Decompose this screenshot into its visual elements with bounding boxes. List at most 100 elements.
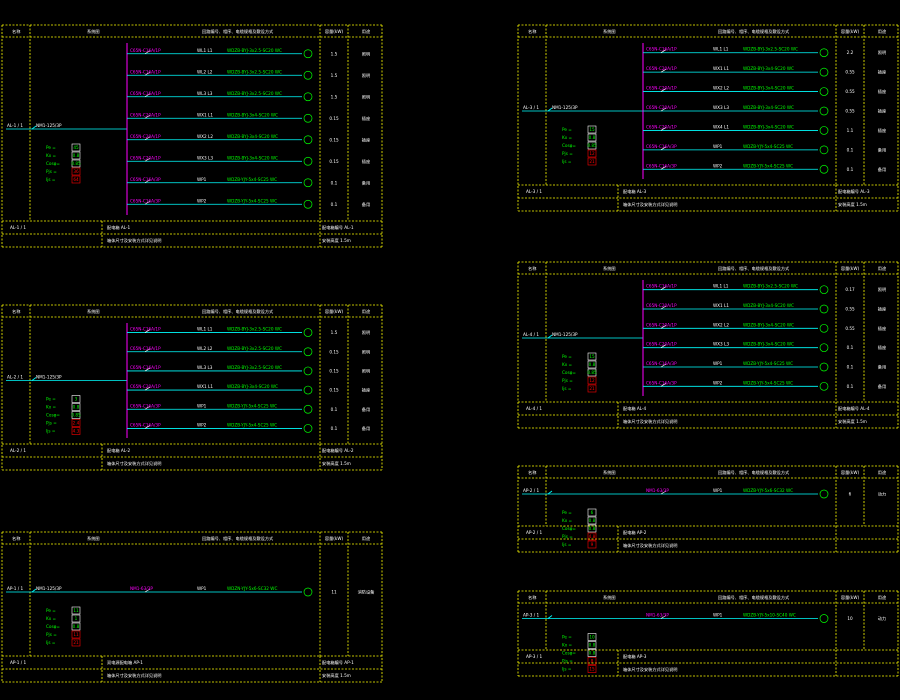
circuit-code: WP2	[713, 380, 723, 385]
meter-value-1: 1	[75, 616, 78, 621]
circuit-row: C65N-C20A/1P WX2 L2 WDZB-BYJ-3x4-SC20 WC 0.…	[127, 134, 370, 145]
load-terminal-icon	[303, 70, 313, 80]
meter-param-4: Ijs =	[562, 542, 572, 547]
circuit-capacity: 0.55	[845, 326, 855, 331]
circuit-row: C65N-C16A/3P WP2 WDZB-YJY-5x4-SC25 WC 0.1 备用	[127, 198, 370, 209]
footer-right-2: 安装高度 1.5m	[838, 418, 867, 425]
header-name: 名称	[12, 28, 20, 35]
load-terminal-icon	[819, 323, 829, 333]
circuit-use: 备用	[362, 425, 370, 432]
header-use: 用途	[878, 28, 887, 35]
header-capacity: 容量(kW)	[841, 28, 860, 35]
footer-note-1: 配电箱 AL-3	[623, 188, 647, 195]
circuit-capacity: 0.1	[847, 345, 854, 350]
breaker-label: C65N-C16A/3P	[646, 163, 677, 168]
circuit-row: C65N-C16A/1P WL1 L1 WDZB-BYJ-3x2.5-SC20 WC…	[127, 48, 370, 59]
circuit-use: 消防设备	[358, 589, 376, 596]
load-terminal-icon	[303, 587, 313, 597]
circuit-use: 备用	[878, 146, 886, 153]
footer-right-2: 安装高度 1.5m	[322, 672, 351, 679]
breaker-label: C65N-C16A/1P	[130, 327, 161, 332]
footer-note-1: 配电箱 AP-2	[623, 529, 647, 536]
circuit-code: WX1 L1	[197, 112, 213, 117]
header-name: 名称	[528, 265, 536, 272]
circuit-capacity: 0.55	[845, 89, 855, 94]
meter-param-2: Cosφ=	[562, 526, 576, 531]
circuit-code: WX2 L2	[197, 134, 213, 139]
circuit-code: WX3 L3	[197, 155, 213, 160]
circuit-use: 备用	[878, 383, 886, 390]
meter-param-0: Pe =	[562, 354, 572, 359]
header-name: 名称	[528, 28, 536, 35]
meter-value-3: 11	[73, 632, 79, 637]
header-system: 系统图	[603, 469, 616, 476]
meter-param-0: Pe =	[46, 397, 56, 402]
meter-param-4: Ijs =	[46, 429, 56, 434]
meter-value-0: 15	[589, 127, 595, 132]
breaker-label: C65N-C16A/1P	[130, 91, 161, 96]
breaker-label: C65N-C20A/1P	[130, 155, 161, 160]
circuit-row: C65N-C20A/1P WX1 L1 WDZB-BYJ-3x4-SC20 WC 0.…	[127, 112, 370, 123]
cable-spec: WDZB-BYJ-3x4-SC20 WC	[227, 134, 278, 139]
load-terminal-icon	[303, 366, 313, 376]
breaker-label: C65N-C20A/1P	[646, 342, 677, 347]
header-capacity: 容量(kW)	[841, 265, 860, 272]
meter-param-0: Pe =	[562, 635, 572, 640]
meter-value-1: 0.8	[73, 153, 80, 158]
circuit-capacity: 0.1	[331, 180, 338, 185]
circuit-capacity: 0.15	[329, 137, 339, 142]
load-terminal-icon	[303, 328, 313, 337]
circuit-use: 插座	[878, 108, 886, 115]
footer-right-1: 配电箱编号 AL-2	[322, 447, 354, 454]
header-use: 用途	[878, 469, 887, 476]
load-terminal-icon	[303, 135, 313, 145]
header-system: 系统图	[603, 594, 616, 601]
breaker-label: C65N-C20A/1P	[646, 124, 677, 129]
circuit-code: WL3 L3	[197, 365, 213, 370]
circuit-use: 照明	[878, 287, 886, 293]
circuit-row: NM1-63/3P WP1 WDZB-YJY-5x6-SC32 WC 6 动力	[643, 488, 886, 499]
circuit-use: 插座	[362, 115, 370, 122]
load-terminal-icon	[819, 126, 829, 135]
meter-value-0: 45	[73, 145, 79, 150]
cable-spec: WDZB-YJY-5x10-SC40 WC	[743, 613, 796, 618]
meter-value-0: 6	[591, 510, 594, 515]
circuit-code: WX1 L1	[713, 303, 729, 308]
header-cables: 回路编号、相序、电缆规格及敷设方式	[202, 535, 274, 542]
distribution-panel-2: 名称 系统图 回路编号、相序、电缆规格及敷设方式 容量(kW) 用途配电箱 AL-2 箱体…	[1, 304, 383, 471]
incoming-label: AL-2 / 1	[7, 375, 23, 380]
footer-right-1: 配电箱编号 AL-3	[838, 188, 870, 195]
circuit-row: C65N-C16A/1P WL2 L2 WDZB-BYJ-3x2.5-SC20 WC…	[127, 346, 370, 357]
circuit-code: WX2 L2	[713, 322, 729, 327]
footer-right-2: 安装高度 1.5m	[322, 237, 351, 244]
main-breaker-label: NM1-125/3P	[36, 375, 62, 380]
cable-spec: WDZB-BYJ-3x2.5-SC20 WC	[227, 327, 282, 332]
circuit-code: WX1 L1	[197, 384, 213, 389]
meter-param-1: Kx =	[562, 518, 573, 523]
circuit-capacity: 0.1	[847, 365, 854, 370]
cable-spec: WDZB-BYJ-3x2.5-SC20 WC	[743, 47, 798, 52]
circuit-capacity: 10	[847, 616, 853, 621]
circuit-use: 动力	[878, 491, 886, 498]
header-use: 用途	[362, 308, 371, 315]
circuit-row: C65N-C16A/3P WP2 WDZB-YJY-5x4-SC25 WC 0.1 备用	[643, 163, 886, 174]
circuit-use: 照明	[362, 330, 370, 336]
load-terminal-icon	[303, 49, 313, 59]
main-breaker-label: NM1-125/3P	[552, 105, 578, 110]
cable-spec: WDZB-BYJ-3x4-SC20 WC	[743, 105, 794, 110]
footer-panel-id: AP-1 / 1	[10, 660, 27, 665]
circuit-use: 备用	[362, 406, 370, 413]
meter-value-1: 0.8	[73, 405, 80, 410]
meter-value-2: 0.85	[587, 370, 597, 375]
breaker-label: C65N-C16A/1P	[130, 69, 161, 74]
load-terminal-icon	[819, 285, 829, 295]
header-system: 系统图	[87, 28, 100, 35]
circuit-capacity: 0.1	[331, 407, 338, 412]
breaker-label: C65N-C16A/1P	[130, 346, 161, 351]
circuit-capacity: 2.2	[847, 50, 854, 55]
circuit-use: 备用	[878, 364, 886, 371]
circuit-row: C65N-C20A/1P WX4 L1 WDZB-BYJ-3x4-SC20 WC 1.…	[643, 124, 886, 135]
circuit-use: 照明	[362, 368, 370, 374]
circuit-capacity: 0.15	[329, 388, 339, 393]
circuit-capacity: 0.15	[329, 349, 339, 354]
